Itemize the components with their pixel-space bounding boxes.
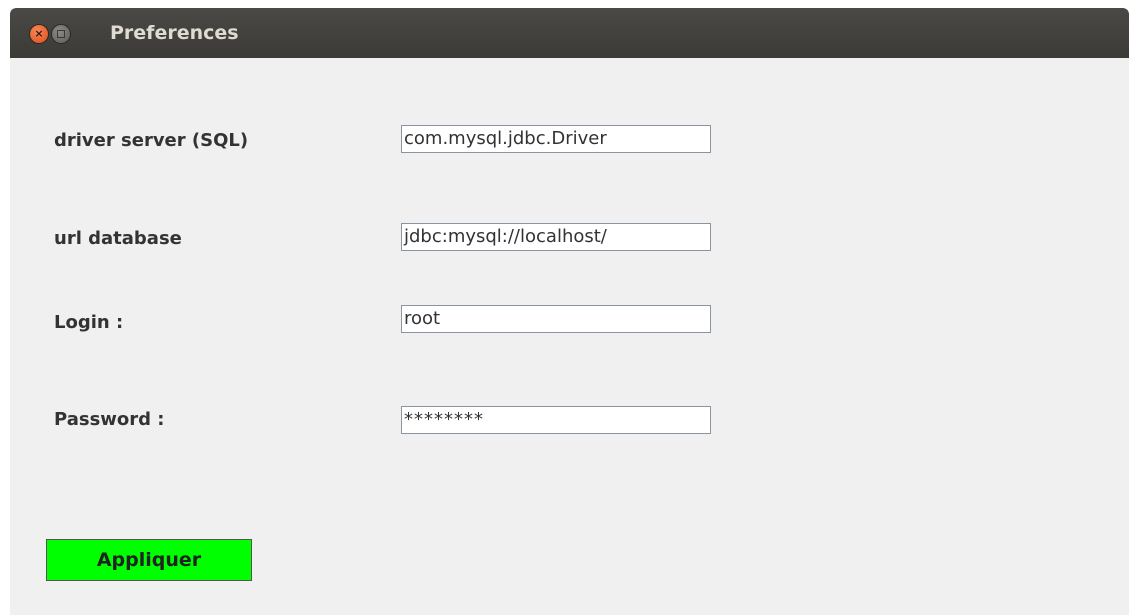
driver-field[interactable]: com.mysql.jdbc.Driver bbox=[401, 125, 711, 153]
login-label: Login : bbox=[54, 312, 124, 333]
apply-button[interactable]: Appliquer bbox=[46, 539, 252, 581]
driver-label: driver server (SQL) bbox=[54, 130, 249, 151]
minimize-icon[interactable] bbox=[52, 25, 70, 43]
password-label: Password : bbox=[54, 409, 165, 430]
window-title: Preferences bbox=[110, 22, 239, 44]
login-field[interactable]: root bbox=[401, 305, 711, 333]
title-bar[interactable]: × Preferences bbox=[10, 8, 1129, 58]
close-icon[interactable]: × bbox=[30, 25, 48, 43]
url-field[interactable]: jdbc:mysql://localhost/ bbox=[401, 223, 711, 251]
password-field[interactable]: ******** bbox=[401, 406, 711, 434]
preferences-window: × Preferences driver server (SQL) com.my… bbox=[10, 8, 1129, 615]
url-label: url database bbox=[54, 228, 182, 249]
